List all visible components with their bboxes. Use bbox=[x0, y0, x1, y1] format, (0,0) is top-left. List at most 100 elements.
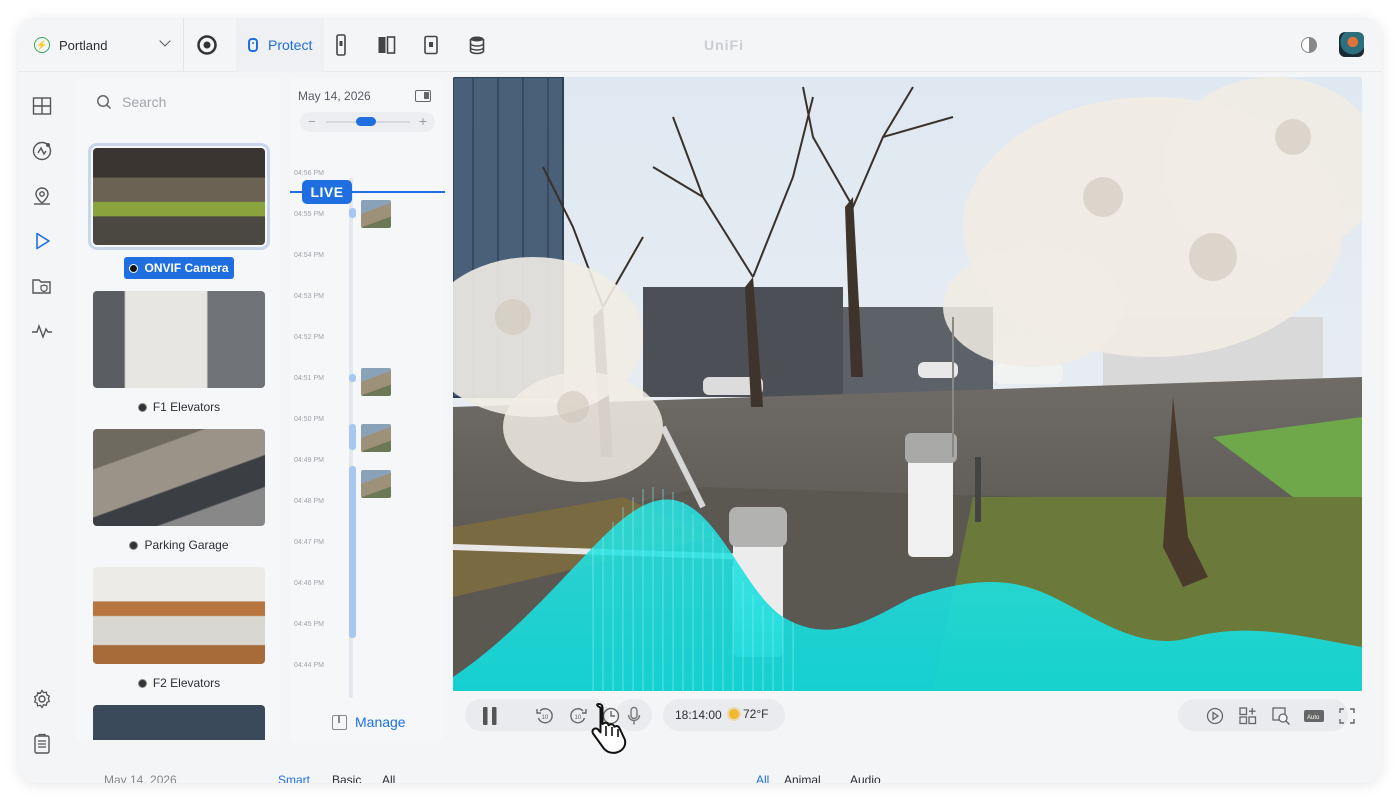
quality-icon: Auto bbox=[1304, 710, 1324, 722]
weather-readout: 72°F bbox=[729, 707, 768, 721]
svg-text:10: 10 bbox=[575, 715, 582, 721]
tick-label: 04:49 PM bbox=[294, 457, 324, 464]
filter-all[interactable]: All bbox=[382, 773, 395, 783]
skip-back-button[interactable]: 10 bbox=[535, 706, 555, 726]
camera-card-f2-elevators[interactable]: F2 Elevators bbox=[93, 567, 265, 690]
tick-label: 04:45 PM bbox=[294, 621, 324, 628]
camera-feed-image bbox=[453, 77, 1362, 691]
tab-protect[interactable]: Protect bbox=[236, 18, 325, 72]
left-nav bbox=[18, 72, 66, 783]
talk-device-icon[interactable] bbox=[418, 32, 444, 58]
tick-label: 04:50 PM bbox=[294, 416, 324, 423]
panel-toggle-icon[interactable] bbox=[415, 90, 431, 102]
play-icon[interactable] bbox=[30, 229, 54, 253]
camera-thumbnail bbox=[88, 143, 270, 250]
site-selector[interactable]: ⚡ Portland bbox=[18, 18, 184, 72]
playback-time: 18:14:00 bbox=[675, 708, 722, 722]
video-player[interactable] bbox=[453, 77, 1362, 691]
manage-button[interactable]: Manage bbox=[332, 714, 406, 730]
tick-label: 04:52 PM bbox=[294, 334, 324, 341]
folder-shield-icon[interactable] bbox=[30, 274, 54, 298]
event-thumbnail[interactable] bbox=[361, 368, 391, 396]
tick-label: 04:51 PM bbox=[294, 375, 324, 382]
recording-segment[interactable] bbox=[349, 466, 356, 638]
filter-animal[interactable]: Animal bbox=[784, 773, 821, 783]
tick-label: 04:47 PM bbox=[294, 539, 324, 546]
camera-card-onvif[interactable]: ONVIF Camera bbox=[88, 143, 270, 279]
user-avatar[interactable] bbox=[1339, 32, 1364, 57]
search-icon bbox=[97, 95, 112, 110]
camera-icon bbox=[129, 540, 139, 550]
camera-thumbnail bbox=[93, 429, 265, 526]
svg-text:Auto: Auto bbox=[1307, 715, 1320, 721]
activity-icon[interactable] bbox=[30, 319, 54, 343]
camera-label: Parking Garage bbox=[93, 538, 265, 552]
live-badge[interactable]: LIVE bbox=[302, 180, 352, 204]
recording-segment[interactable] bbox=[349, 208, 356, 218]
camera-icon bbox=[129, 263, 139, 273]
protect-pin-icon bbox=[248, 38, 258, 52]
tick-label: 04:53 PM bbox=[294, 293, 324, 300]
theme-toggle-icon[interactable] bbox=[1301, 37, 1317, 53]
site-name: Portland bbox=[59, 37, 108, 53]
replay-icon bbox=[1206, 707, 1224, 725]
quality-button[interactable]: Auto bbox=[1303, 706, 1325, 726]
temperature: 72°F bbox=[743, 707, 769, 721]
bottom-toolbar: May 14, 2026 Smart Basic All All Animal … bbox=[76, 763, 1376, 783]
recording-segment[interactable] bbox=[349, 374, 356, 382]
filter-all-b[interactable]: All bbox=[756, 773, 769, 783]
zoom-search-button[interactable] bbox=[1271, 706, 1291, 726]
zoom-in-icon[interactable]: + bbox=[419, 113, 427, 129]
brand-logo: UniFi bbox=[704, 37, 744, 53]
replay-button[interactable] bbox=[1205, 706, 1225, 726]
access-device-icon[interactable] bbox=[328, 32, 354, 58]
panels-icon[interactable] bbox=[374, 32, 400, 58]
manage-label: Manage bbox=[355, 714, 406, 730]
search-input[interactable]: Search bbox=[96, 90, 166, 114]
tab-protect-label: Protect bbox=[268, 37, 313, 53]
layout-button[interactable] bbox=[1238, 706, 1258, 726]
circle-app-icon[interactable] bbox=[194, 32, 220, 58]
camera-label: F1 Elevators bbox=[93, 400, 265, 414]
event-thumbnail[interactable] bbox=[361, 200, 391, 228]
fullscreen-button[interactable] bbox=[1337, 706, 1357, 726]
layout-add-icon bbox=[1239, 707, 1257, 725]
camera-thumbnail bbox=[93, 291, 265, 388]
timeline-date: May 14, 2026 bbox=[298, 89, 371, 103]
recording-segment[interactable] bbox=[349, 424, 356, 450]
logs-icon[interactable] bbox=[30, 732, 54, 756]
tick-label: 04:54 PM bbox=[294, 252, 324, 259]
tick-label: 04:56 PM bbox=[294, 170, 324, 177]
filter-audio[interactable]: Audio bbox=[850, 773, 881, 783]
bottom-date[interactable]: May 14, 2026 bbox=[104, 773, 177, 783]
camera-label: F2 Elevators bbox=[93, 676, 265, 690]
zoom-out-icon[interactable]: − bbox=[308, 114, 316, 129]
rewind-10-icon: 10 bbox=[536, 708, 553, 724]
sun-icon bbox=[729, 709, 739, 719]
svg-text:10: 10 bbox=[542, 715, 549, 721]
camera-name: F2 Elevators bbox=[152, 676, 221, 690]
camera-name: Parking Garage bbox=[144, 538, 229, 552]
map-pin-icon[interactable] bbox=[30, 184, 54, 208]
tick-label: 04:55 PM bbox=[294, 211, 324, 218]
camera-card-parking-garage[interactable]: Parking Garage bbox=[93, 429, 265, 552]
camera-card-f1-elevators[interactable]: F1 Elevators bbox=[93, 291, 265, 414]
camera-icon bbox=[137, 402, 147, 412]
zoom-handle[interactable] bbox=[356, 117, 376, 126]
event-thumbnail[interactable] bbox=[361, 470, 391, 498]
camera-card-partial[interactable] bbox=[93, 705, 265, 740]
filter-smart[interactable]: Smart bbox=[278, 773, 310, 783]
filter-basic[interactable]: Basic bbox=[332, 773, 361, 783]
site-status-icon: ⚡ bbox=[34, 37, 50, 53]
fullscreen-icon bbox=[1339, 708, 1355, 724]
settings-icon[interactable] bbox=[30, 687, 54, 711]
timeline-zoom-slider[interactable]: − + bbox=[300, 112, 435, 132]
tick-label: 04:48 PM bbox=[294, 498, 324, 505]
camera-name: ONVIF Camera bbox=[144, 261, 229, 275]
camera-selected-label: ONVIF Camera bbox=[124, 257, 234, 279]
pause-button[interactable] bbox=[479, 705, 501, 727]
event-thumbnail[interactable] bbox=[361, 424, 391, 452]
storage-icon[interactable] bbox=[464, 32, 490, 58]
ai-detect-icon[interactable] bbox=[30, 139, 54, 163]
grid-view-icon[interactable] bbox=[30, 94, 54, 118]
